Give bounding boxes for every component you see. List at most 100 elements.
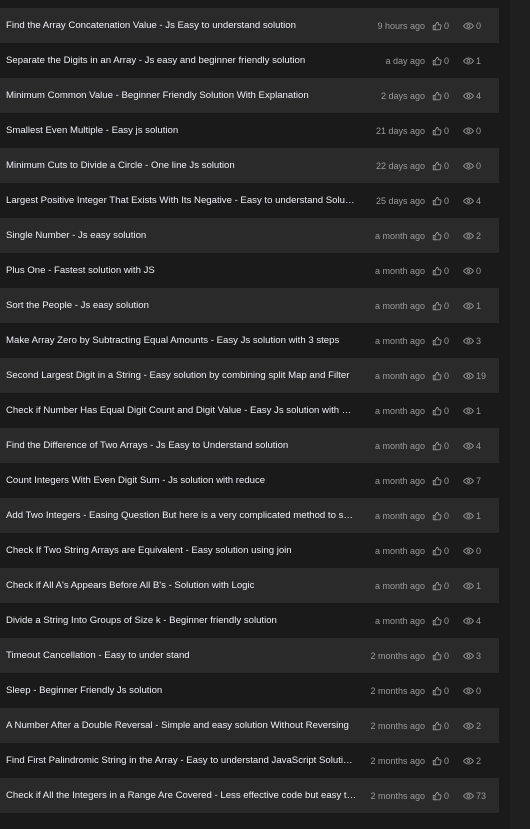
view-count-value: 1 <box>476 55 482 66</box>
list-item[interactable]: Add Two Integers - Easing Question But h… <box>0 498 499 533</box>
thumbs-up-icon <box>432 581 444 591</box>
eye-icon <box>463 581 476 591</box>
list-item[interactable]: Find the Array Concatenation Value - Js … <box>0 8 499 43</box>
view-count-value: 1 <box>476 300 482 311</box>
timestamp: 2 months ago <box>370 720 425 731</box>
solution-title[interactable]: Minimum Common Value - Beginner Friendly… <box>6 90 363 101</box>
timestamp: a month ago <box>374 580 425 591</box>
like-count: 0 <box>432 126 458 136</box>
thumbs-up-icon <box>432 791 444 801</box>
list-item[interactable]: Plus One - Fastest solution with JS a mon… <box>0 253 499 288</box>
list-item[interactable]: Sleep - Beginner Friendly Js solution 2 m… <box>0 673 499 708</box>
solution-title[interactable]: Single Number - Js easy solution <box>6 230 363 241</box>
view-count-value: 73 <box>476 790 487 801</box>
list-item[interactable]: Make Array Zero by Subtracting Equal Amo… <box>0 323 499 358</box>
view-count: 0 <box>463 686 489 696</box>
like-count-value: 0 <box>444 230 450 241</box>
eye-icon <box>463 91 476 101</box>
solution-title[interactable]: Second Largest Digit in a String - Easy … <box>6 370 363 381</box>
like-count: 0 <box>432 441 458 451</box>
eye-icon <box>463 546 476 556</box>
list-item[interactable]: Largest Positive Integer That Exists Wit… <box>0 183 499 218</box>
solution-title[interactable]: Count Integers With Even Digit Sum - Js … <box>6 475 363 486</box>
solution-title[interactable]: Smallest Even Multiple - Easy js solutio… <box>6 125 363 136</box>
like-count: 0 <box>432 266 458 276</box>
list-item[interactable]: Timeout Cancellation - Easy to under sta… <box>0 638 499 673</box>
view-count-value: 1 <box>476 510 482 521</box>
solution-title[interactable]: Check if Number Has Equal Digit Count an… <box>6 405 363 416</box>
view-count: 0 <box>463 161 489 171</box>
list-item[interactable]: Check if Number Has Equal Digit Count an… <box>0 393 499 428</box>
solution-title[interactable]: Separate the Digits in an Array - Js eas… <box>6 55 363 66</box>
list-item[interactable]: Smallest Even Multiple - Easy js solutio… <box>0 113 499 148</box>
solution-title[interactable]: Sort the People - Js easy solution <box>6 300 363 311</box>
solution-title[interactable]: Find First Palindromic String in the Arr… <box>6 755 363 766</box>
list-item[interactable]: Minimum Common Value - Beginner Friendly… <box>0 78 499 113</box>
list-item[interactable]: Find First Palindromic String in the Arr… <box>0 743 499 778</box>
solution-title[interactable]: Timeout Cancellation - Easy to under sta… <box>6 650 363 661</box>
solution-title[interactable]: Divide a String Into Groups of Size k - … <box>6 615 363 626</box>
scrollbar-track[interactable] <box>510 0 530 829</box>
like-count-value: 0 <box>444 20 450 31</box>
view-count: 1 <box>463 511 489 521</box>
thumbs-up-icon <box>432 161 444 171</box>
like-count: 0 <box>432 791 458 801</box>
timestamp: 2 months ago <box>370 790 425 801</box>
like-count-value: 0 <box>444 160 450 171</box>
list-item[interactable]: Check if All A's Appears Before All B's … <box>0 568 499 603</box>
list-item[interactable]: Single Number - Js easy solution a month … <box>0 218 499 253</box>
solution-title[interactable]: Find the Difference of Two Arrays - Js E… <box>6 440 363 451</box>
timestamp: a month ago <box>374 545 425 556</box>
solution-title[interactable]: Sleep - Beginner Friendly Js solution <box>6 685 363 696</box>
thumbs-up-icon <box>432 21 444 31</box>
eye-icon <box>463 231 476 241</box>
like-count: 0 <box>432 476 458 486</box>
solution-title[interactable]: Check if All the Integers in a Range Are… <box>6 790 363 801</box>
thumbs-up-icon <box>432 756 444 766</box>
list-item[interactable]: Second Largest Digit in a String - Easy … <box>0 358 499 393</box>
solution-title[interactable]: Minimum Cuts to Divide a Circle - One li… <box>6 160 363 171</box>
eye-icon <box>463 56 476 66</box>
like-count: 0 <box>432 371 458 381</box>
solution-title[interactable]: A Number After a Double Reversal - Simpl… <box>6 720 363 731</box>
like-count: 0 <box>432 91 458 101</box>
list-item[interactable]: Divide a String Into Groups of Size k - … <box>0 603 499 638</box>
list-item[interactable]: Count Integers With Even Digit Sum - Js … <box>0 463 499 498</box>
solution-title[interactable]: Find the Array Concatenation Value - Js … <box>6 20 363 31</box>
timestamp: a month ago <box>374 300 425 311</box>
timestamp: 2 days ago <box>380 90 425 101</box>
eye-icon <box>463 616 476 626</box>
view-count: 0 <box>463 266 489 276</box>
solution-title[interactable]: Largest Positive Integer That Exists Wit… <box>6 195 363 206</box>
list-item[interactable]: Sort the People - Js easy solution a mont… <box>0 288 499 323</box>
like-count: 0 <box>432 546 458 556</box>
list-item[interactable]: Separate the Digits in an Array - Js eas… <box>0 43 499 78</box>
like-count-value: 0 <box>444 615 450 626</box>
thumbs-up-icon <box>432 91 444 101</box>
solution-title[interactable]: Check If Two String Arrays are Equivalen… <box>6 545 363 556</box>
timestamp: 2 months ago <box>370 755 425 766</box>
eye-icon <box>463 511 476 521</box>
view-count: 1 <box>463 56 489 66</box>
list-item[interactable]: Check If Two String Arrays are Equivalen… <box>0 533 499 568</box>
thumbs-up-icon <box>432 231 444 241</box>
view-count: 4 <box>463 441 489 451</box>
list-item[interactable]: A Number After a Double Reversal - Simpl… <box>0 708 499 743</box>
eye-icon <box>463 196 476 206</box>
view-count: 1 <box>463 301 489 311</box>
solution-title[interactable]: Add Two Integers - Easing Question But h… <box>6 510 363 521</box>
list-item[interactable]: Minimum Cuts to Divide a Circle - One li… <box>0 148 499 183</box>
view-count: 19 <box>463 371 489 381</box>
solution-title[interactable]: Make Array Zero by Subtracting Equal Amo… <box>6 335 363 346</box>
solution-title[interactable]: Check if All A's Appears Before All B's … <box>6 580 363 591</box>
timestamp: a month ago <box>374 405 425 416</box>
list-item[interactable]: Check if All the Integers in a Range Are… <box>0 778 499 813</box>
thumbs-up-icon <box>432 476 444 486</box>
thumbs-up-icon <box>432 651 444 661</box>
solution-title[interactable]: Plus One - Fastest solution with JS <box>6 265 363 276</box>
list-item[interactable]: Find the Difference of Two Arrays - Js E… <box>0 428 499 463</box>
like-count-value: 0 <box>444 405 450 416</box>
view-count-value: 0 <box>476 685 482 696</box>
view-count-value: 3 <box>476 335 482 346</box>
like-count-value: 0 <box>444 335 450 346</box>
